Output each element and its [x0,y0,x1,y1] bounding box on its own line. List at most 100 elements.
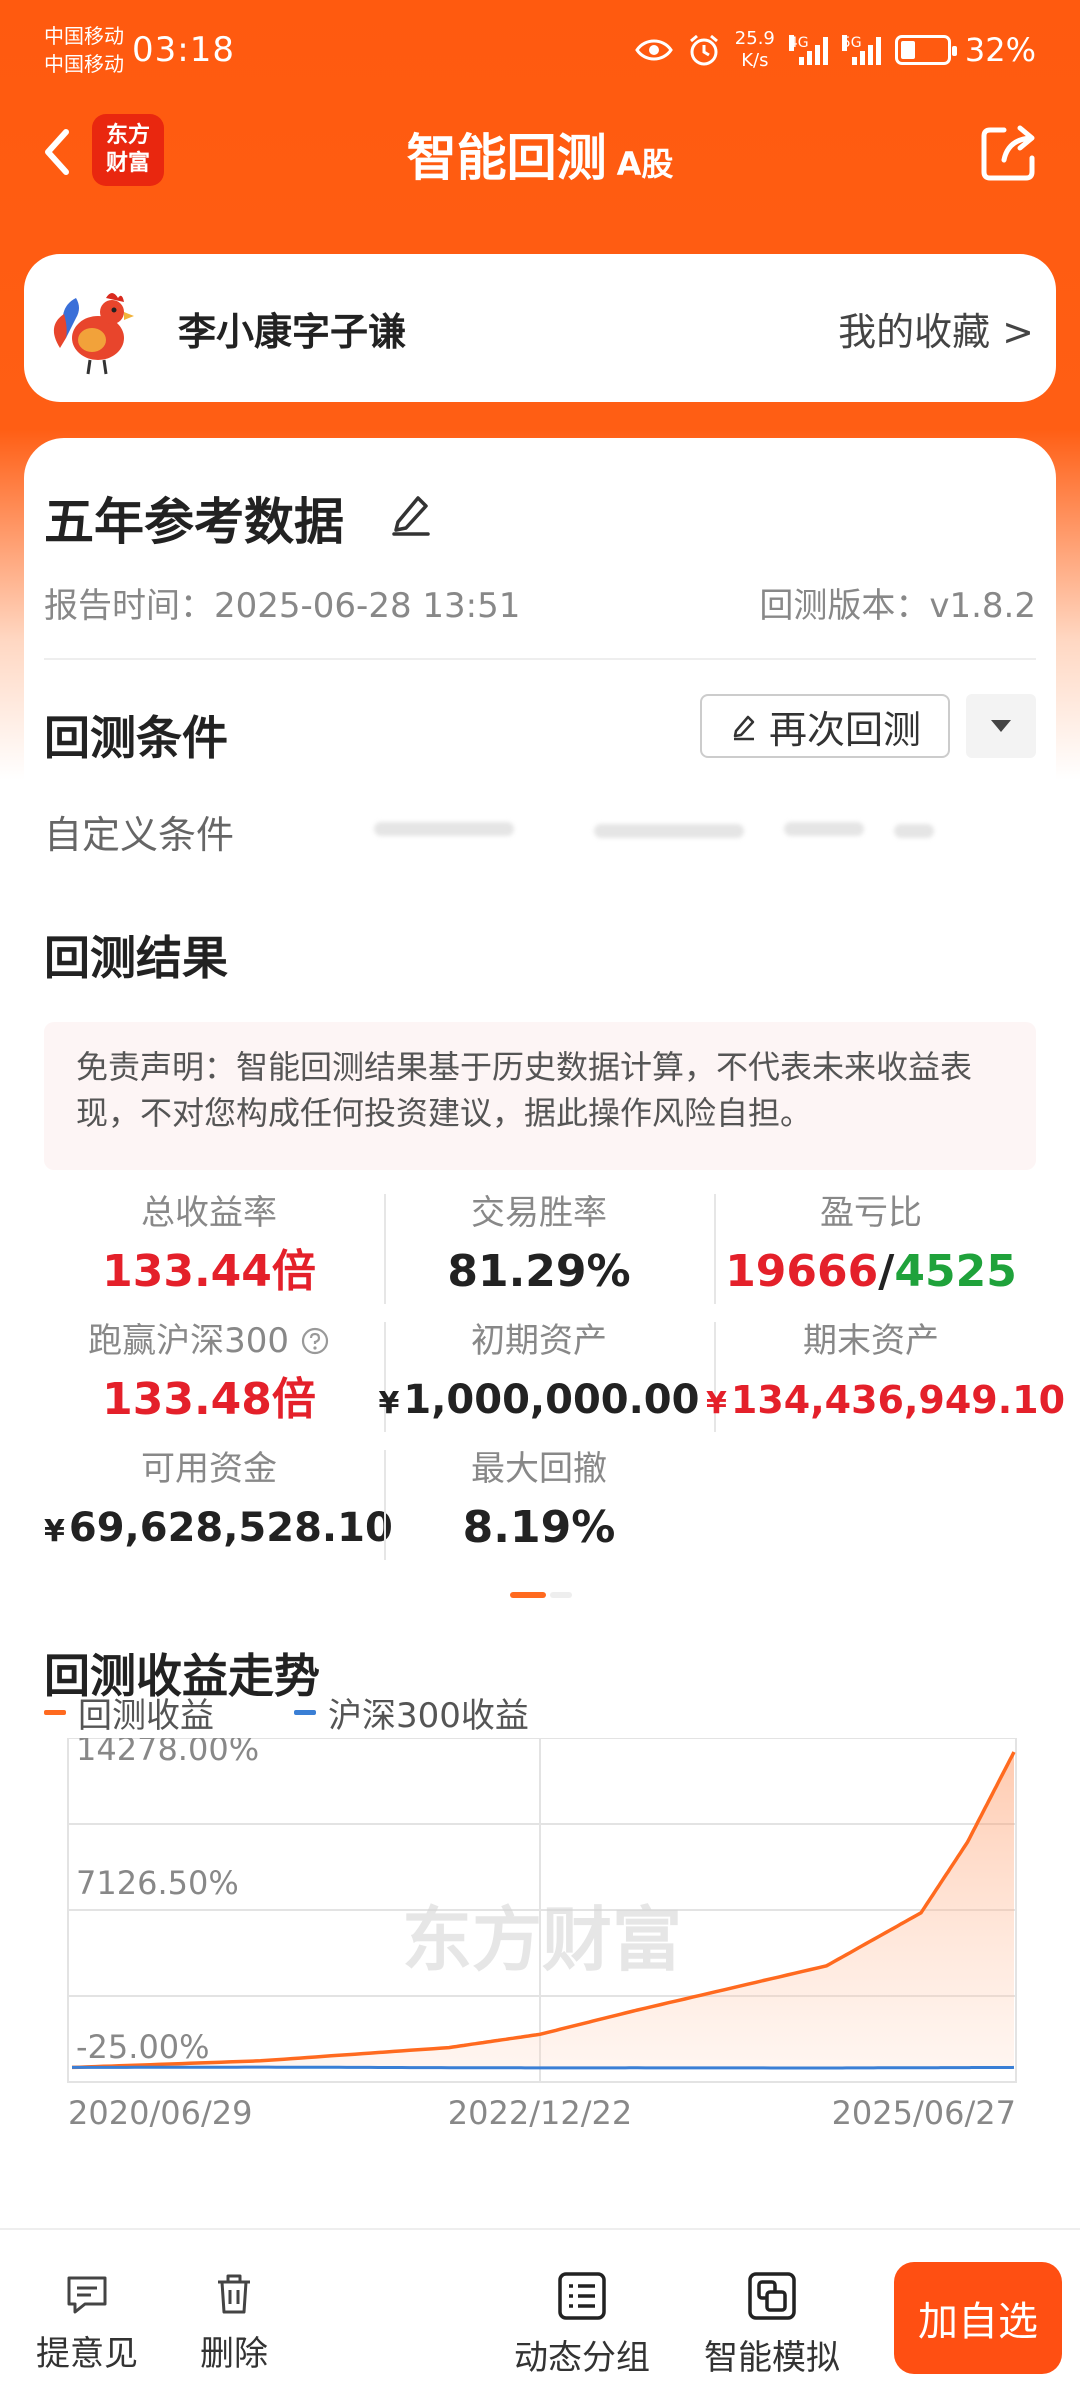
stat-max-drawdown-value: 8.19% [462,1502,616,1553]
stat-beat-index-label-text: 跑赢沪深300 [88,1321,290,1361]
legend-index-label: 沪深300收益 [328,1696,529,1736]
stat-final-assets: 期末资产 ¥134,436,949.10 [706,1318,1065,1434]
conditions-title: 回测条件 [44,711,228,765]
smart-simulate-button[interactable]: 智能模拟 [704,2270,840,2379]
edit-small-icon [733,715,755,741]
list-icon [558,2272,606,2320]
currency-symbol: ¥ [44,1514,65,1549]
stat-available-cash-value: ¥69,628,528.10 [44,1498,393,1562]
net-speed-unit: K/s [741,50,769,71]
legend-backtest-swatch [44,1710,66,1715]
stat-max-drawdown-label: 最大回撤 [471,1449,607,1489]
simulate-icon [748,2272,796,2320]
stat-total-return: 总收益率 133.44倍 [44,1190,374,1302]
stat-total-return-label: 总收益率 [141,1193,277,1233]
report-title: 五年参考数据 [44,493,344,551]
report-version-value: v1.8.2 [929,586,1036,626]
net-speed-value: 25.9 [734,28,775,49]
stat-beat-index: 跑赢沪深300 133.48倍 [44,1318,374,1430]
y-tick-label: -25.00% [76,2028,210,2066]
stat-available-cash: 可用资金 ¥69,628,528.10 [44,1446,393,1562]
legend-backtest: 回测收益 [44,1688,214,1737]
delete-label: 删除 [200,2334,268,2374]
report-time-value: 2025-06-28 13:51 [214,586,521,626]
signal-5g-label: 5G [841,35,862,51]
stat-win-rate: 交易胜率 81.29% [374,1190,704,1302]
share-icon[interactable] [974,118,1044,188]
stat-max-drawdown: 最大回撤 8.19% [374,1446,704,1558]
net-speed: 25.9 K/s [735,28,775,72]
currency-symbol: ¥ [378,1386,400,1421]
x-tick-label: 2022/12/22 [448,2094,632,2132]
pl-loss: 4525 [894,1246,1017,1297]
dynamic-group-label: 动态分组 [514,2338,650,2378]
status-time: 03:18 [132,30,235,70]
stat-initial-assets-label: 初期资产 [471,1321,607,1361]
app-header: 东方 财富 智能回测 A股 [0,100,1080,210]
stat-win-rate-label: 交易胜率 [471,1193,607,1233]
stat-beat-index-value: 133.48倍 [102,1374,316,1425]
pl-sep: / [878,1246,895,1297]
report-card: 五年参考数据 报告时间：2025-06-28 13:51 回测版本：v1.8.2… [24,438,1065,2238]
chart-watermark: 东方财富 [402,1899,682,1981]
x-tick-label: 2020/06/29 [68,2094,252,2132]
page-title-text: 智能回测 [406,129,607,187]
currency-symbol: ¥ [706,1386,727,1421]
signal-4g-icon: 4G [788,35,828,65]
pager-dot-active [510,1592,546,1598]
report-time: 报告时间：2025-06-28 13:51 [44,578,520,627]
dynamic-group-button[interactable]: 动态分组 [514,2270,650,2379]
alarm-icon [689,34,718,66]
battery-percent: 32% [964,31,1036,69]
carrier-2: 中国移动 [44,52,124,76]
pl-profit: 19666 [725,1246,879,1297]
custom-conditions-label: 自定义条件 [44,813,235,857]
page-title: 智能回测 A股 [0,118,1080,190]
pager-dot [550,1592,572,1598]
delete-icon [218,2274,250,2314]
legend-backtest-label: 回测收益 [78,1696,214,1736]
stat-final-assets-value: ¥134,436,949.10 [706,1370,1065,1434]
add-to-watchlist-button[interactable]: 加自选 [894,2262,1062,2374]
stat-final-assets-label: 期末资产 [803,1321,939,1361]
avatar [53,293,134,375]
rerun-label: 再次回测 [768,707,921,752]
dropdown-icon [991,720,1011,732]
stat-initial-assets: 初期资产 ¥1,000,000.00 [374,1318,704,1434]
stats-pager[interactable] [510,1592,572,1598]
eye-icon [634,39,673,61]
report-time-label: 报告时间： [44,586,214,626]
legend-index-swatch [294,1710,316,1715]
help-icon[interactable] [300,1326,330,1356]
divider [44,658,1036,660]
delete-button[interactable]: 删除 [200,2270,268,2375]
legend-index: 沪深300收益 [294,1688,529,1737]
carrier-1: 中国移动 [44,24,124,48]
y-tick-label: 7126.50% [76,1864,239,1902]
stat-initial-assets-amount: 1,000,000.00 [403,1377,700,1423]
trend-chart[interactable]: 东方财富 14278.00% 7126.50% -25.00% 2020/06/29 2… [24,1738,1056,2158]
series-line-index [72,2065,1015,2070]
x-tick-label: 2025/06/27 [832,2094,1016,2132]
blurred-conditions [374,810,944,850]
carrier-block: 中国移动 中国移动 [44,22,124,78]
conditions-dropdown[interactable] [966,694,1036,758]
report-version-label: 回测版本： [759,586,930,626]
signal-4g-label: 4G [788,35,809,51]
feedback-button[interactable]: 提意见 [36,2270,138,2375]
signal-5g-icon: 5G [841,35,881,65]
chart-legend: 回测收益 沪深300收益 [44,1688,529,1737]
my-favorites-link[interactable]: 我的收藏 > [838,301,1034,356]
report-version: 回测版本：v1.8.2 [759,578,1036,627]
stat-beat-index-label: 跑赢沪深300 [44,1318,374,1364]
smart-simulate-label: 智能模拟 [704,2338,840,2378]
feedback-icon [67,2276,107,2314]
rerun-button[interactable]: 再次回测 [700,694,950,758]
market-tag: A股 [616,145,674,183]
stat-initial-assets-value: ¥1,000,000.00 [374,1370,704,1434]
edit-icon[interactable] [386,488,436,538]
feedback-label: 提意见 [36,2334,138,2374]
battery-icon [894,35,957,65]
results-title: 回测结果 [44,931,228,985]
bottom-action-bar: 提意见 删除 动态分组 智能模拟 加自选 [0,2228,1080,2400]
